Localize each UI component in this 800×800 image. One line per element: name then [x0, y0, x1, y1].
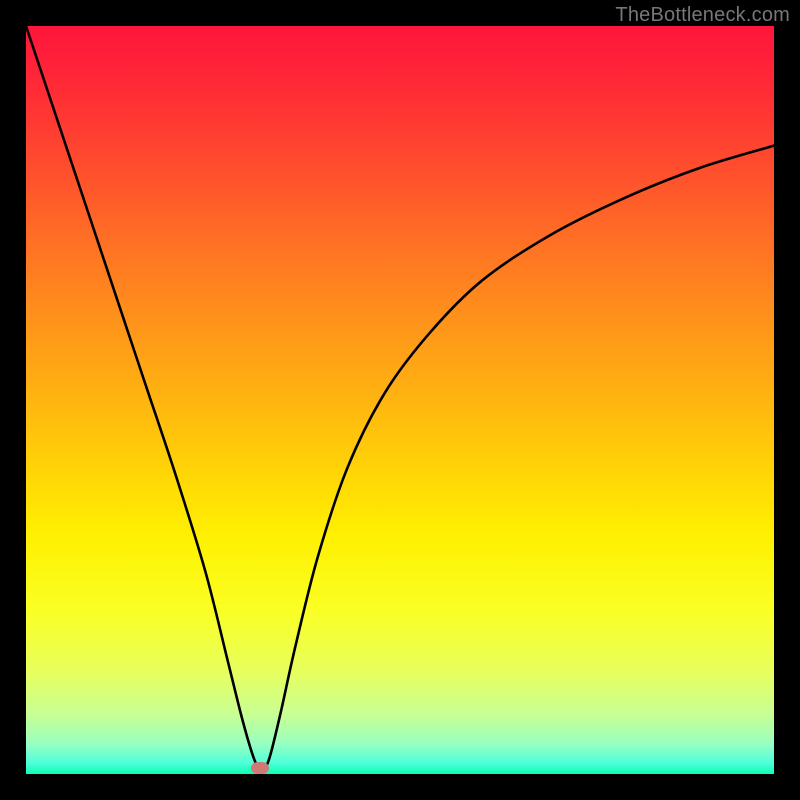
chart-frame: TheBottleneck.com [0, 0, 800, 800]
watermark-text: TheBottleneck.com [615, 4, 790, 27]
minimum-marker [251, 762, 269, 774]
bottleneck-curve [26, 26, 774, 774]
plot-area [26, 26, 774, 774]
